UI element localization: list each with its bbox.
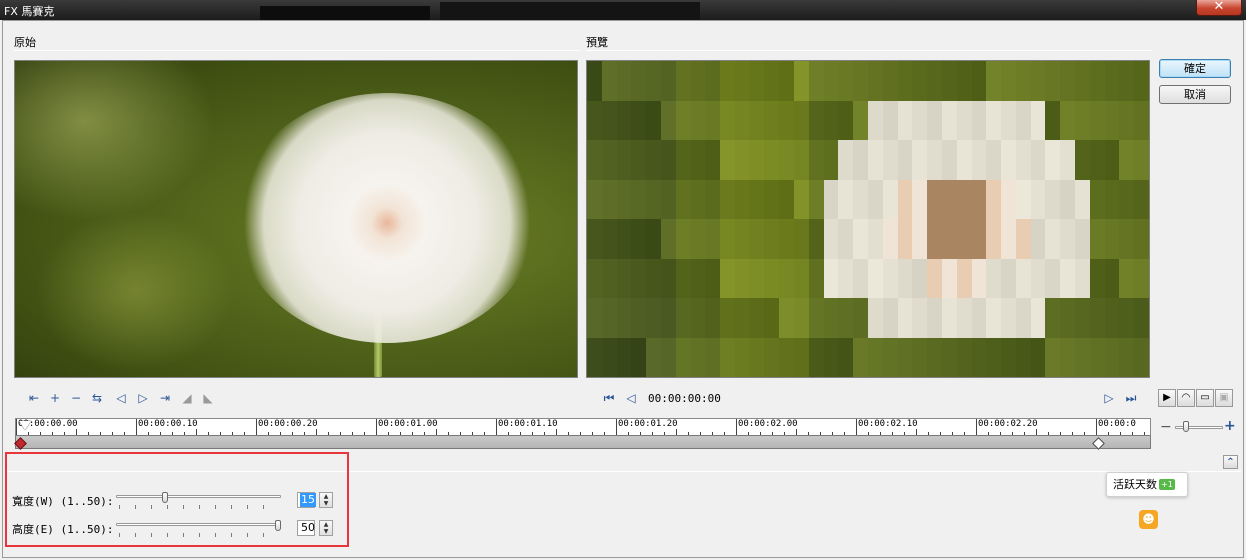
title-bar-shade: [260, 6, 430, 20]
play-icon[interactable]: ▶: [1158, 389, 1176, 407]
move-left-icon[interactable]: ◢: [178, 389, 196, 407]
go-to-end-icon[interactable]: ⇥: [156, 389, 174, 407]
preview-label: 預覽: [586, 36, 608, 49]
zoom-slider-thumb[interactable]: [1183, 421, 1189, 432]
user-icon[interactable]: ☻: [1139, 510, 1158, 529]
timeline-ruler[interactable]: 00:00:00.00 00:00:00.10 00:00:00.20 00:00:0…: [15, 418, 1151, 435]
go-to-last-frame-icon[interactable]: ⏭: [1122, 389, 1140, 407]
next-keyframe-icon[interactable]: ▷: [134, 389, 152, 407]
next-frame-icon[interactable]: ▷: [1100, 389, 1118, 407]
zoom-out-icon[interactable]: −: [1160, 419, 1172, 435]
ok-button[interactable]: 確定: [1159, 59, 1231, 78]
ruler-tick-label: 00:00:01.00: [378, 419, 438, 429]
previous-keyframe-icon[interactable]: ◁: [112, 389, 130, 407]
ruler-tick-label: 00:00:02.20: [978, 419, 1038, 429]
ruler-tick-label: 00:00:00.10: [138, 419, 198, 429]
highlight-box: [5, 452, 349, 547]
active-days-tooltip: 活跃天数 +1: [1106, 472, 1188, 497]
go-to-start-icon[interactable]: ⇤: [25, 389, 43, 407]
go-to-first-frame-icon[interactable]: ⏮: [600, 389, 618, 407]
divider: [14, 50, 580, 51]
timeline-track[interactable]: [15, 435, 1151, 449]
divider: [586, 50, 1152, 51]
title-bar-shade: [440, 2, 700, 20]
reverse-keyframes-icon[interactable]: ⇆: [88, 389, 106, 407]
timecode: 00:00:00:00: [648, 392, 721, 405]
remove-keyframe-icon[interactable]: −: [67, 389, 85, 407]
title-bar: FX 馬賽克 ✕: [0, 0, 1246, 20]
previous-frame-icon[interactable]: ◁: [622, 389, 640, 407]
ruler-tick-label: 00:00:02.10: [858, 419, 918, 429]
device-preview-icon[interactable]: ▭: [1196, 389, 1214, 407]
playhead-icon[interactable]: [19, 421, 31, 430]
preview-image: [586, 60, 1150, 378]
original-label: 原始: [14, 36, 36, 49]
zoom-in-icon[interactable]: +: [1224, 418, 1236, 434]
ruler-tick-label: 00:00:02.00: [738, 419, 798, 429]
window-title: FX 馬賽克: [4, 5, 55, 18]
speed-icon[interactable]: ◠: [1177, 389, 1195, 407]
expand-icon[interactable]: ⌃: [1223, 455, 1238, 469]
ruler-tick-label: 00:00:0: [1098, 419, 1136, 429]
add-keyframe-icon[interactable]: +: [46, 389, 64, 407]
move-right-icon[interactable]: ◣: [199, 389, 217, 407]
original-image: [14, 60, 578, 378]
tooltip-badge: +1: [1159, 479, 1175, 490]
ruler-tick-label: 00:00:00.20: [258, 419, 318, 429]
export-icon[interactable]: ▣: [1215, 389, 1233, 407]
ruler-tick-label: 00:00:01.20: [618, 419, 678, 429]
ruler-tick-label: 00:00:01.10: [498, 419, 558, 429]
dandelion-image: [237, 93, 537, 343]
close-button[interactable]: ✕: [1196, 0, 1242, 16]
cancel-button[interactable]: 取消: [1159, 85, 1231, 104]
tooltip-text: 活跃天数: [1113, 478, 1157, 491]
